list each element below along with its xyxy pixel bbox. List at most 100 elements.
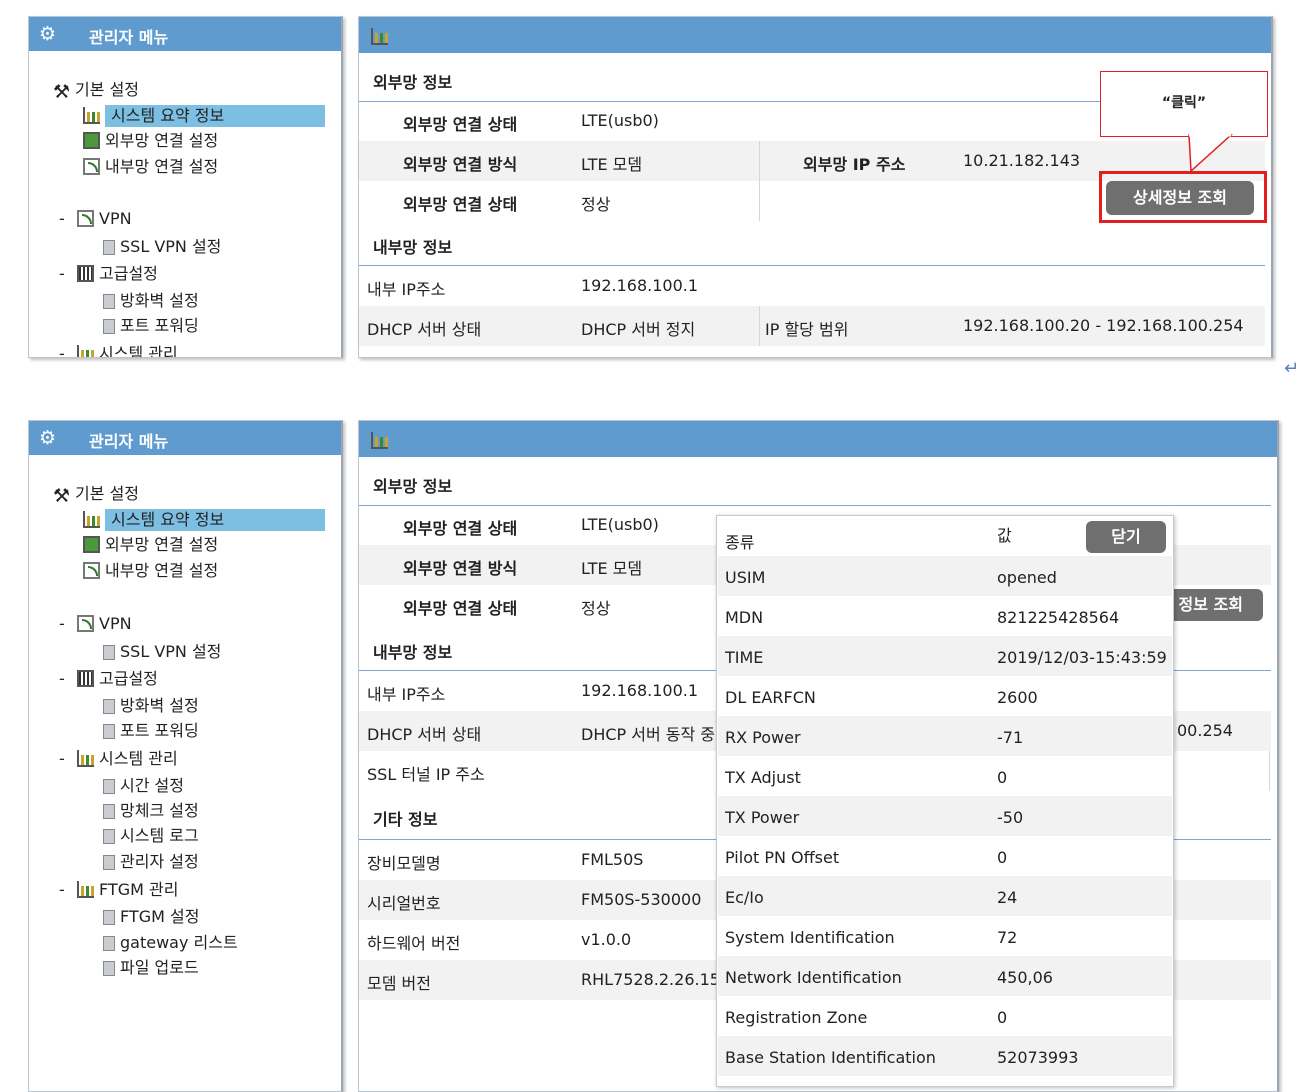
popup-row: TX Power -50 — [718, 796, 1172, 836]
ssl-tunnel-ip-label: SSL 터널 IP 주소 — [367, 765, 485, 784]
popup-row: RX Power -71 — [718, 716, 1172, 756]
menu-firewall[interactable]: 방화벽 설정 — [103, 695, 199, 717]
ip-range-label: IP 할당 범위 — [765, 320, 849, 339]
document-icon — [103, 319, 115, 334]
wan-status-value: LTE(usb0) — [581, 515, 659, 534]
menu-port-forwarding[interactable]: 포트 포워딩 — [103, 720, 199, 742]
model-label: 장비모델명 — [367, 854, 441, 873]
chart-icon — [371, 28, 388, 45]
lan-ip-label: 내부 IP주소 — [367, 280, 446, 299]
sidebar-title: 관리자 메뉴 — [89, 432, 169, 451]
detail-info-button[interactable]: 상세정보 조회 — [1106, 181, 1254, 215]
sidebar-header: ⚙ 관리자 메뉴 — [29, 421, 341, 455]
collapse-toggle[interactable]: - — [59, 668, 65, 690]
collapse-toggle[interactable]: - — [59, 613, 65, 635]
popup-header-row: 종류 값 닫기 — [718, 516, 1172, 556]
menu-ftgm-settings[interactable]: FTGM 설정 — [103, 906, 199, 928]
wan-status-label: 외부망 연결 상태 — [403, 115, 518, 134]
dhcp-status-label: DHCP 서버 상태 — [367, 320, 482, 339]
wan-state-label: 외부망 연결 상태 — [403, 195, 518, 214]
popup-row-value: 72 — [997, 928, 1018, 947]
divider — [759, 141, 760, 221]
menu-wan-settings[interactable]: 외부망 연결 설정 — [83, 130, 218, 152]
popup-row-key: System Identification — [725, 928, 895, 947]
menu-lan-settings[interactable]: 내부망 연결 설정 — [83, 156, 218, 178]
menu-ftgm-management[interactable]: FTGM 관리 — [77, 879, 178, 901]
menu-system-management[interactable]: 시스템 관리 — [77, 748, 178, 770]
network-icon — [77, 615, 94, 632]
menu-netcheck-settings[interactable]: 망체크 설정 — [103, 800, 199, 822]
collapse-toggle[interactable]: - — [59, 208, 65, 230]
menu-gateway-list[interactable]: gateway 리스트 — [103, 932, 238, 954]
popup-row-value: 2600 — [997, 688, 1038, 707]
menu-file-upload[interactable]: 파일 업로드 — [103, 957, 199, 979]
grid-icon — [77, 265, 94, 282]
wan-method-label: 외부망 연결 방식 — [403, 559, 518, 578]
menu-basic-settings[interactable]: ⚒ 기본 설정 — [53, 79, 139, 103]
menu-vpn[interactable]: VPN — [77, 613, 132, 635]
menu-vpn[interactable]: VPN — [77, 208, 132, 230]
wan-method-value: LTE 모뎀 — [581, 155, 643, 174]
popup-row-value: 2019/12/03-15:43:59 — [997, 648, 1167, 667]
popup-header-key: 종류 — [725, 533, 755, 552]
wan-method-label: 외부망 연결 방식 — [403, 155, 518, 174]
document-icon — [103, 645, 115, 660]
dhcp-status-value: DHCP 서버 정지 — [581, 320, 696, 339]
chart-icon — [77, 750, 94, 767]
chart-icon — [77, 345, 94, 357]
close-button[interactable]: 닫기 — [1086, 521, 1166, 553]
menu-system-management[interactable]: 시스템 관리 — [77, 343, 178, 357]
popup-row-key: DL EARFCN — [725, 688, 816, 707]
menu-time-settings[interactable]: 시간 설정 — [103, 775, 184, 797]
dhcp-status-value: DHCP 서버 동작 중 — [581, 725, 716, 744]
lan-ip-label: 내부 IP주소 — [367, 685, 446, 704]
menu-system-summary[interactable]: 시스템 요약 정보 — [83, 105, 325, 127]
document-icon — [103, 779, 115, 794]
popup-row-key: TIME — [725, 648, 764, 667]
popup-header-value: 값 — [997, 526, 1012, 545]
wan-state-value: 정상 — [581, 195, 611, 214]
menu-advanced[interactable]: 고급설정 — [77, 263, 158, 285]
chart-icon — [77, 881, 94, 898]
menu-wan-settings[interactable]: 외부망 연결 설정 — [83, 534, 218, 556]
popup-row-key: TX Power — [725, 808, 800, 827]
tools-icon: ⚒ — [53, 81, 71, 103]
document-icon — [103, 294, 115, 309]
popup-row-value: -71 — [997, 728, 1024, 747]
collapse-toggle[interactable]: - — [59, 748, 65, 770]
menu-system-summary[interactable]: 시스템 요약 정보 — [83, 509, 325, 531]
menu-firewall[interactable]: 방화벽 설정 — [103, 290, 199, 312]
document-icon — [103, 829, 115, 844]
hw-version-value: v1.0.0 — [581, 930, 632, 949]
menu-lan-settings[interactable]: 내부망 연결 설정 — [83, 560, 218, 582]
popup-row: Network Identification 450,06 — [718, 956, 1172, 996]
popup-row-key: TX Adjust — [725, 768, 801, 787]
document-icon — [103, 910, 115, 925]
monitor-icon — [83, 536, 100, 553]
menu-advanced[interactable]: 고급설정 — [77, 668, 158, 690]
popup-row-value: 0 — [997, 768, 1008, 787]
collapse-toggle[interactable]: - — [59, 879, 65, 901]
popup-row-value: 0 — [997, 1008, 1008, 1027]
menu-admin-settings[interactable]: 관리자 설정 — [103, 851, 199, 873]
menu-port-forwarding[interactable]: 포트 포워딩 — [103, 315, 199, 337]
table-row: 내부 IP주소 192.168.100.1 — [359, 266, 1265, 306]
grid-icon — [77, 670, 94, 687]
hw-version-label: 하드웨어 버전 — [367, 934, 461, 953]
divider — [759, 306, 760, 346]
return-icon: ↵ — [1284, 358, 1300, 379]
collapse-toggle[interactable]: - — [59, 343, 65, 357]
menu-basic-settings[interactable]: ⚒ 기본 설정 — [53, 483, 139, 507]
menu-ssl-vpn[interactable]: SSL VPN 설정 — [103, 641, 221, 663]
document-icon — [103, 240, 115, 255]
popup-row: System Identification 72 — [718, 916, 1172, 956]
popup-row: DL EARFCN 2600 — [718, 676, 1172, 716]
popup-row: MDN 821225428564 — [718, 596, 1172, 636]
popup-row-value: 52073993 — [997, 1048, 1079, 1067]
menu-ssl-vpn[interactable]: SSL VPN 설정 — [103, 236, 221, 258]
modem-detail-popup: 종류 값 닫기 USIM opened MDN 821225428564 TIME 201… — [716, 515, 1174, 1087]
menu-system-log[interactable]: 시스템 로그 — [103, 825, 199, 847]
network-icon — [83, 158, 100, 175]
modem-version-label: 모뎀 버전 — [367, 974, 431, 993]
collapse-toggle[interactable]: - — [59, 263, 65, 285]
